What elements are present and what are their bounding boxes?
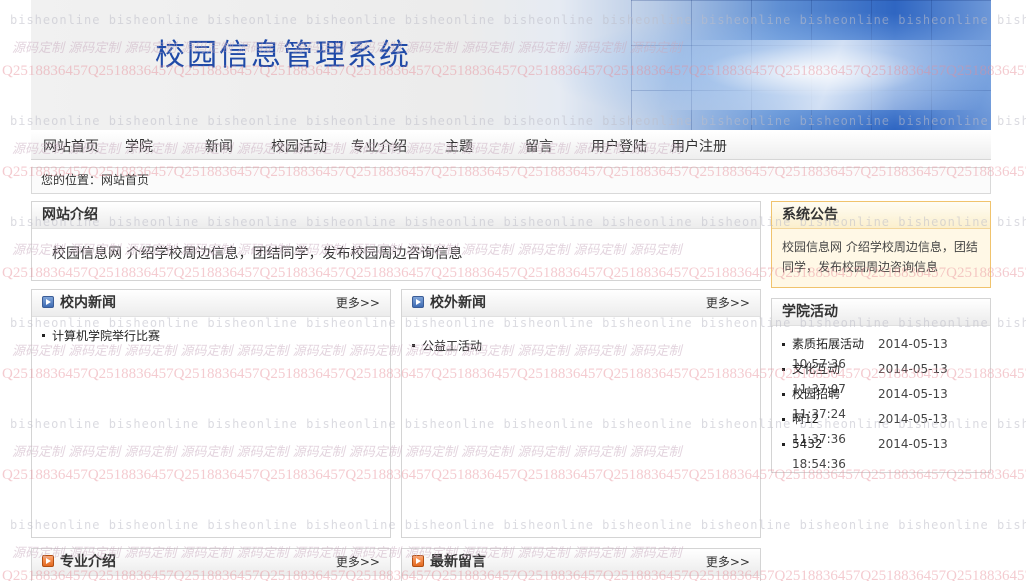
- outside-news-header: 校外新闻 更多>>: [402, 290, 760, 317]
- header-banner: 校园信息管理系统: [31, 0, 991, 130]
- play-icon: [42, 555, 54, 567]
- campus-news-list: 计算机学院举行比赛: [32, 317, 390, 344]
- messages-header: 最新留言 更多>>: [402, 549, 760, 576]
- list-item[interactable]: 计算机学院举行比赛: [42, 327, 380, 344]
- nav-item-majors[interactable]: 专业介绍: [339, 136, 419, 156]
- activity-title[interactable]: 校园招聘: [792, 384, 878, 404]
- campus-news-more-link[interactable]: 更多>>: [336, 290, 380, 317]
- nav-item-campus-activities[interactable]: 校园活动: [259, 136, 339, 156]
- campus-news-header: 校内新闻 更多>>: [32, 290, 390, 317]
- major-panel: 专业介绍 更多>>: [31, 548, 391, 581]
- nav-item-home[interactable]: 网站首页: [31, 136, 99, 156]
- list-item[interactable]: 素质拓展活动 2014-05-13 10:57:36: [782, 334, 990, 371]
- messages-more-link[interactable]: 更多>>: [706, 549, 750, 576]
- activity-title[interactable]: 文化互动: [792, 359, 878, 379]
- activities-panel: 学院活动 素质拓展活动 2014-05-13 10:57:36 文化互动 2014-…: [771, 298, 991, 473]
- nav-item-register[interactable]: 用户注册: [659, 136, 739, 156]
- activity-title[interactable]: 啊12: [792, 409, 878, 429]
- breadcrumb: 您的位置：网站首页: [31, 167, 991, 194]
- messages-panel: 最新留言 更多>>: [401, 548, 761, 581]
- intro-panel: 网站介绍 校园信息网 介绍学校周边信息，团结同学，发布校园周边咨询信息: [31, 201, 761, 281]
- notice-panel-title: 系统公告: [772, 202, 990, 229]
- activities-list: 素质拓展活动 2014-05-13 10:57:36 文化互动 2014-05-13…: [772, 326, 990, 471]
- notice-panel: 系统公告 校园信息网 介绍学校周边信息，团结同学，发布校园周边咨询信息: [771, 201, 991, 288]
- list-item[interactable]: 5432 2014-05-13 18:54:36: [782, 434, 990, 471]
- play-icon: [412, 555, 424, 567]
- notice-panel-body: 校园信息网 介绍学校周边信息，团结同学，发布校园周边咨询信息: [782, 240, 978, 274]
- main-nav: 网站首页 学院 新闻 校园活动 专业介绍 主题 留言 用户登陆 用户注册: [31, 132, 991, 160]
- campus-news-panel: 校内新闻 更多>> 计算机学院举行比赛: [31, 289, 391, 538]
- list-item[interactable]: 文化互动 2014-05-13 11:37:07: [782, 359, 990, 396]
- activity-title[interactable]: 素质拓展活动: [792, 334, 878, 354]
- intro-panel-body: 校园信息网 介绍学校周边信息，团结同学，发布校园周边咨询信息: [52, 246, 463, 262]
- campus-news-title: 校内新闻: [60, 295, 116, 311]
- major-more-link[interactable]: 更多>>: [336, 549, 380, 576]
- activity-title[interactable]: 5432: [792, 434, 878, 454]
- nav-item-messages[interactable]: 留言: [499, 136, 579, 156]
- list-item[interactable]: 啊12 2014-05-13 11:37:36: [782, 409, 990, 446]
- list-item[interactable]: 校园招聘 2014-05-13 11:37:24: [782, 384, 990, 421]
- play-icon: [412, 296, 424, 308]
- list-item[interactable]: 公益工活动: [412, 337, 750, 354]
- banner-streak-decoration: [658, 40, 991, 110]
- outside-news-title: 校外新闻: [430, 295, 486, 311]
- outside-news-panel: 校外新闻 更多>> 公益工活动: [401, 289, 761, 538]
- nav-item-news[interactable]: 新闻: [179, 136, 259, 156]
- activities-panel-title: 学院活动: [772, 299, 990, 326]
- nav-item-college[interactable]: 学院: [99, 136, 179, 156]
- major-title: 专业介绍: [60, 554, 116, 570]
- messages-title: 最新留言: [430, 554, 486, 570]
- play-icon: [42, 296, 54, 308]
- outside-news-list: 公益工活动: [402, 317, 760, 354]
- nav-item-login[interactable]: 用户登陆: [579, 136, 659, 156]
- major-header: 专业介绍 更多>>: [32, 549, 390, 576]
- page-wrapper: 校园信息管理系统 网站首页 学院 新闻 校园活动 专业介绍 主题 留言 用户登陆…: [31, 0, 991, 194]
- site-title: 校园信息管理系统: [155, 38, 411, 73]
- intro-panel-title: 网站介绍: [32, 202, 760, 229]
- nav-item-topics[interactable]: 主题: [419, 136, 499, 156]
- outside-news-more-link[interactable]: 更多>>: [706, 290, 750, 317]
